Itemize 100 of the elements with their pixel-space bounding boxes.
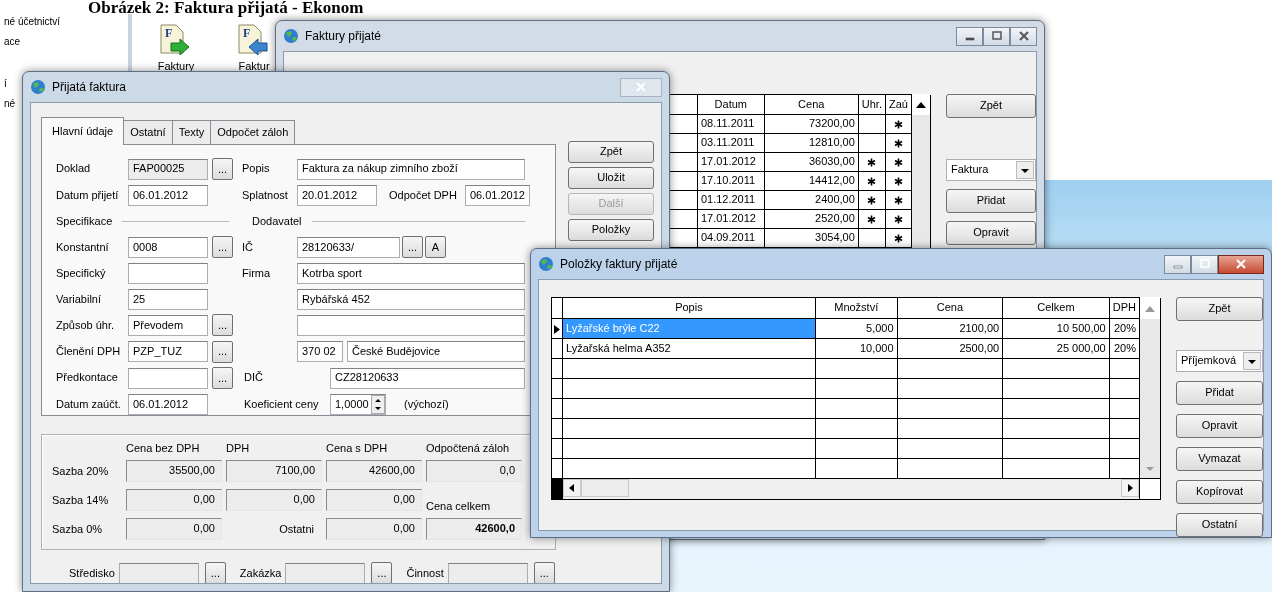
table-cell: 36030,00 [764, 152, 859, 172]
text-field[interactable]: 20.01.2012 [297, 184, 377, 206]
text-field[interactable] [118, 562, 199, 583]
lookup-button[interactable]: A [425, 236, 446, 259]
horizontal-scrollbar[interactable] [562, 479, 1139, 499]
field-label: Cena celkem [426, 500, 492, 514]
close-button[interactable] [1010, 26, 1037, 46]
browse-button[interactable]: ... [402, 236, 423, 259]
field-label: Popis [242, 162, 271, 176]
text-field[interactable]: 06.01.2012 [128, 393, 208, 415]
field-label: Firma [242, 266, 272, 280]
browse-button[interactable]: ... [212, 158, 233, 180]
amount-field: 42600,00 [326, 460, 422, 483]
text-field[interactable] [285, 562, 366, 583]
field-label: Datum zaúčt. [56, 397, 122, 411]
field-label: DIČ [243, 371, 264, 385]
row-pointer-icon [554, 324, 560, 334]
minimize-button[interactable] [956, 26, 983, 46]
right-arrow-icon [1125, 483, 1134, 493]
browse-button[interactable]: ... [212, 367, 233, 390]
tab[interactable]: Ostatní [123, 120, 173, 144]
table-cell: 2520,00 [764, 209, 859, 229]
field-label: Členění DPH [56, 345, 122, 359]
text-field[interactable]: 28120633/ [297, 236, 400, 258]
close-button[interactable] [1218, 254, 1264, 274]
command-button[interactable]: Zpět [568, 141, 654, 163]
table-cell: 2500,00 [897, 338, 1003, 359]
spin-field[interactable]: 1,0000 [330, 393, 386, 415]
browse-button[interactable]: ... [212, 314, 233, 337]
command-button[interactable]: Položky [568, 219, 654, 241]
text-field[interactable]: 370 02 [297, 341, 343, 363]
command-button[interactable]: Uložit [568, 167, 654, 189]
toolbar-label[interactable]: Faktury [157, 60, 195, 74]
sidebar-item[interactable]: né účetnictví [4, 16, 61, 32]
table-cell: 01.12.2011 [697, 190, 765, 210]
browse-button[interactable]: ... [212, 340, 233, 363]
tab[interactable]: Odpočet záloh [210, 120, 296, 144]
command-button[interactable]: Ostatní [1176, 513, 1263, 537]
scroll-right-button[interactable] [1120, 479, 1139, 497]
browse-button[interactable]: ... [371, 562, 393, 583]
globe-icon [30, 79, 46, 95]
sidebar-item[interactable]: ace [4, 36, 21, 52]
command-button[interactable]: Opravit [946, 221, 1036, 245]
browse-button[interactable]: ... [212, 236, 233, 259]
table-cell: 2400,00 [764, 190, 859, 210]
command-button[interactable]: Opravit [1176, 414, 1263, 438]
sidebar-item[interactable]: í [4, 78, 7, 94]
column-header: Cena bez DPH [126, 442, 201, 456]
command-button[interactable]: Vymazat [1176, 447, 1263, 471]
amount-field: 0,00 [126, 518, 222, 541]
tab[interactable]: Hlavní údaje [41, 117, 125, 145]
browse-button[interactable]: ... [533, 562, 555, 583]
maximize-button[interactable] [983, 26, 1010, 46]
icon-letter: F [243, 26, 251, 41]
field-label: Činnost [406, 566, 444, 580]
browse-button[interactable]: ... [204, 562, 226, 583]
text-field[interactable]: FAP00025 [128, 158, 208, 180]
text-field[interactable] [447, 562, 528, 583]
column-header: Odpočtená záloh [426, 442, 511, 456]
type-dropdown[interactable]: Faktura [946, 159, 1036, 181]
table-cell: 12810,00 [764, 133, 859, 153]
command-button[interactable]: Kopírovat [1176, 480, 1263, 504]
left-arrow-icon [567, 483, 576, 493]
field-label: Ostatni [278, 522, 315, 536]
text-field[interactable]: PZP_TUZ [128, 341, 208, 363]
type-dropdown[interactable]: Příjemková [1176, 350, 1263, 372]
window-title: Přijatá faktura [52, 79, 127, 95]
right-arrow-icon [170, 38, 190, 56]
asterisk-icon [867, 158, 877, 167]
field-label: Specifický [56, 266, 107, 280]
command-button[interactable]: Zpět [946, 94, 1036, 118]
table-cell: 73200,00 [764, 114, 859, 134]
table-cell: 25 000,00 [1002, 338, 1110, 359]
table-cell: 3054,00 [764, 228, 859, 248]
scroll-down-arrow-icon [1144, 466, 1155, 472]
scroll-thumb[interactable] [580, 479, 629, 497]
text-field[interactable] [128, 262, 208, 284]
command-button[interactable]: Zpět [1176, 297, 1263, 321]
text-field[interactable]: České Budějovice [347, 341, 525, 363]
text-field[interactable]: Kotrba sport [297, 262, 525, 284]
text-field[interactable]: Rybářská 452 [297, 288, 525, 310]
toolbar-label[interactable]: Faktur [238, 60, 270, 74]
asterisk-icon [894, 139, 903, 148]
text-field[interactable]: Převodem [128, 314, 208, 336]
field-label: Způsob úhr. [56, 318, 116, 333]
text-field[interactable]: CZ28120633 [330, 367, 525, 389]
text-field[interactable]: 0008 [128, 236, 208, 258]
text-field[interactable]: 25 [128, 288, 208, 310]
text-field[interactable]: Faktura za nákup zimního zboží [297, 158, 525, 180]
text-field[interactable] [297, 314, 525, 336]
command-button[interactable]: Přidat [946, 189, 1036, 213]
text-field[interactable]: 06.01.2012 [464, 184, 530, 206]
field-label: Konstantní [56, 240, 110, 254]
text-field[interactable] [128, 367, 208, 389]
column-header: DPH [1109, 297, 1140, 319]
text-field[interactable]: 06.01.2012 [128, 184, 208, 206]
maximize-button[interactable] [1191, 254, 1218, 274]
sidebar-item[interactable]: né [4, 98, 16, 114]
tab[interactable]: Texty [171, 120, 212, 144]
command-button[interactable]: Přidat [1176, 381, 1263, 405]
